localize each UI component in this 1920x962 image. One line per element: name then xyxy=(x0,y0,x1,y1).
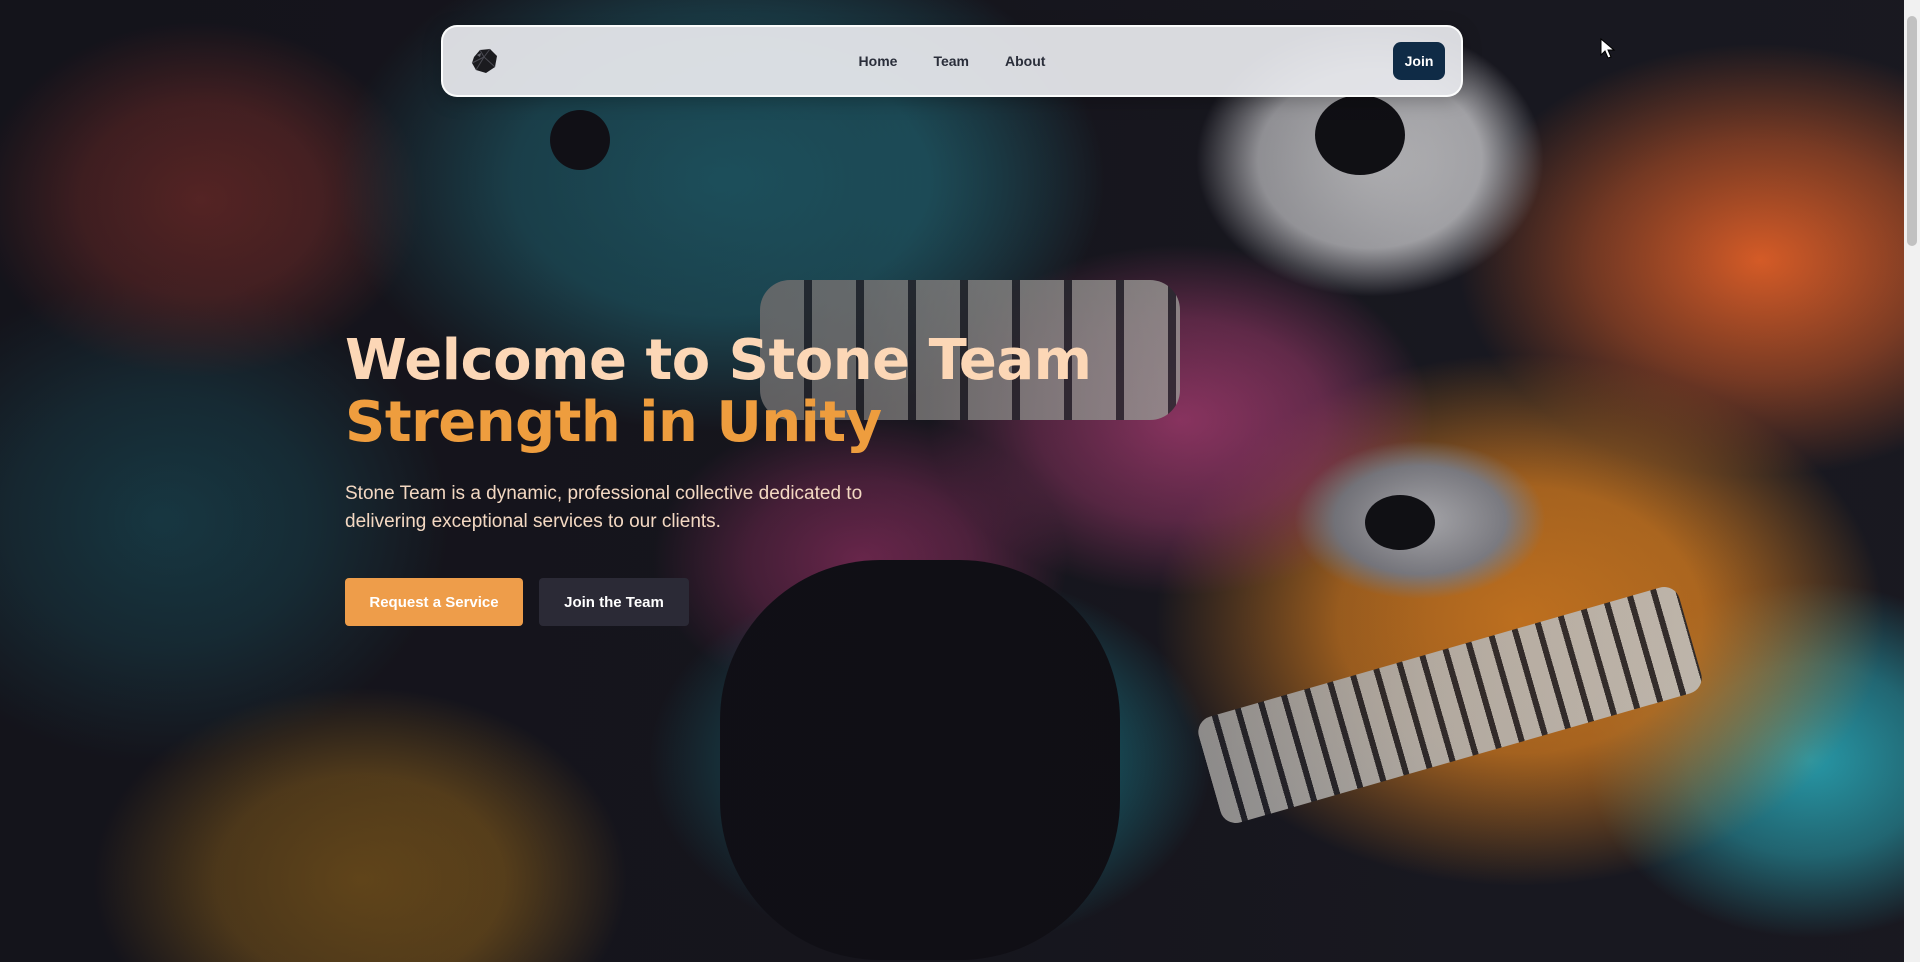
request-service-button[interactable]: Request a Service xyxy=(345,578,523,626)
nav-link-team[interactable]: Team xyxy=(933,53,969,69)
nav-link-about[interactable]: About xyxy=(1005,53,1045,69)
stone-icon[interactable] xyxy=(467,44,501,78)
page-scrollbar[interactable] xyxy=(1904,0,1920,962)
join-team-button[interactable]: Join the Team xyxy=(539,578,689,626)
hero-title-line2: Strength in Unity xyxy=(345,390,882,455)
mouse-cursor-icon xyxy=(1600,38,1616,59)
hero-description: Stone Team is a dynamic, professional co… xyxy=(345,483,863,532)
scrollbar-thumb[interactable] xyxy=(1907,16,1917,246)
hero-title-line1: Welcome to Stone Team xyxy=(345,328,1092,393)
hero-actions: Request a Service Join the Team xyxy=(345,578,1165,626)
top-navbar: Home Team About Join xyxy=(441,25,1463,97)
hero-section: Welcome to Stone Team Strength in Unity … xyxy=(345,330,1165,626)
hero-title: Welcome to Stone Team Strength in Unity xyxy=(345,330,1165,454)
nav-links: Home Team About xyxy=(443,27,1461,95)
page: Home Team About Join Welcome to Stone Te… xyxy=(0,0,1920,962)
join-button[interactable]: Join xyxy=(1393,42,1445,80)
nav-link-home[interactable]: Home xyxy=(859,53,898,69)
